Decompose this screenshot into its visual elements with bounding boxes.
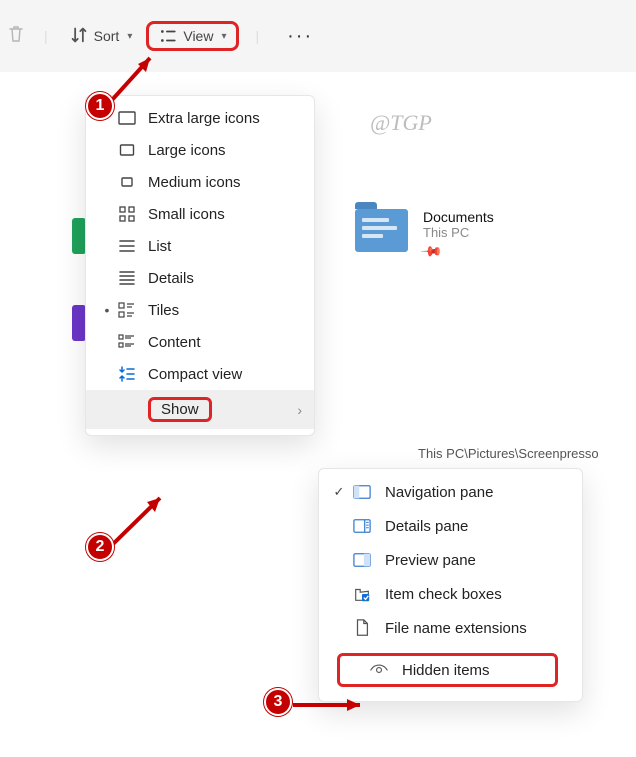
menu-item-list[interactable]: List xyxy=(86,230,314,262)
submenu-item-details-pane[interactable]: Details pane xyxy=(319,509,582,543)
small-icon xyxy=(116,205,138,223)
content-icon xyxy=(116,333,138,351)
folder-chip xyxy=(72,218,86,254)
sort-label: Sort xyxy=(94,28,120,44)
watermark: @TGP xyxy=(370,110,432,136)
menu-label: Small icons xyxy=(148,206,225,223)
compact-icon xyxy=(116,365,138,383)
menu-item-small-icons[interactable]: Small icons xyxy=(86,198,314,230)
menu-label: Compact view xyxy=(148,366,242,383)
documents-subtitle: This PC xyxy=(423,225,494,240)
submenu-item-file-extensions[interactable]: File name extensions xyxy=(319,611,582,645)
path-text: This PC\Pictures\Screenpresso xyxy=(418,446,599,461)
annotation-badge-2: 2 xyxy=(86,533,114,561)
sort-icon xyxy=(70,26,88,47)
submenu-item-preview-pane[interactable]: Preview pane xyxy=(319,543,582,577)
documents-title: Documents xyxy=(423,209,494,225)
annotation-badge-3: 3 xyxy=(264,688,292,716)
large-icon xyxy=(116,141,138,159)
menu-item-compact-view[interactable]: Compact view xyxy=(86,358,314,390)
view-button[interactable]: View ▾ xyxy=(146,21,239,51)
navigation-pane-icon xyxy=(349,483,375,501)
view-icon xyxy=(159,27,177,45)
menu-item-large-icons[interactable]: Large icons xyxy=(86,134,314,166)
check-boxes-icon xyxy=(349,585,375,603)
sort-button[interactable]: Sort ▾ xyxy=(60,20,143,53)
view-label: View xyxy=(183,28,213,44)
file-icon xyxy=(349,619,375,637)
submenu-label: Preview pane xyxy=(385,552,476,569)
menu-label: Tiles xyxy=(148,302,179,319)
details-icon xyxy=(116,269,138,287)
menu-label: Large icons xyxy=(148,142,226,159)
menu-label: Details xyxy=(148,270,194,287)
extra-large-icon xyxy=(116,109,138,127)
more-button[interactable]: ··· xyxy=(275,25,325,48)
check-icon: ✓ xyxy=(329,484,349,500)
chevron-down-icon: ▾ xyxy=(221,31,226,42)
annotation-badge-1: 1 xyxy=(86,92,114,120)
menu-item-medium-icons[interactable]: Medium icons xyxy=(86,166,314,198)
bullet-icon: • xyxy=(100,302,114,318)
view-menu: Extra large icons Large icons Medium ico… xyxy=(85,95,315,436)
submenu-label: Navigation pane xyxy=(385,484,493,501)
eye-icon xyxy=(366,661,392,679)
submenu-label: Item check boxes xyxy=(385,586,502,603)
folder-chip xyxy=(72,305,86,341)
menu-label: Extra large icons xyxy=(148,110,260,127)
submenu-label: File name extensions xyxy=(385,620,527,637)
delete-icon[interactable] xyxy=(4,25,32,48)
preview-pane-icon xyxy=(349,551,375,569)
show-submenu: ✓ Navigation pane Details pane Preview p… xyxy=(318,468,583,702)
submenu-label: Details pane xyxy=(385,518,468,535)
menu-item-details[interactable]: Details xyxy=(86,262,314,294)
submenu-label: Hidden items xyxy=(402,662,490,679)
tiles-icon xyxy=(116,301,138,319)
documents-text: Documents This PC 📌 xyxy=(423,209,494,260)
annotation-arrow-3 xyxy=(285,695,375,715)
documents-tile[interactable]: Documents This PC 📌 xyxy=(355,209,494,260)
pin-icon: 📌 xyxy=(420,239,444,263)
menu-label: Content xyxy=(148,334,201,351)
list-icon xyxy=(116,237,138,255)
submenu-item-navigation-pane[interactable]: ✓ Navigation pane xyxy=(319,475,582,509)
submenu-item-item-checkboxes[interactable]: Item check boxes xyxy=(319,577,582,611)
menu-item-extra-large-icons[interactable]: Extra large icons xyxy=(86,102,314,134)
menu-item-tiles[interactable]: • Tiles xyxy=(86,294,314,326)
menu-item-show[interactable]: Show › xyxy=(86,390,314,429)
details-pane-icon xyxy=(349,517,375,535)
menu-label: List xyxy=(148,238,171,255)
menu-item-content[interactable]: Content xyxy=(86,326,314,358)
documents-folder-icon xyxy=(355,209,408,252)
separator: | xyxy=(243,28,271,44)
submenu-item-hidden-items[interactable]: Hidden items xyxy=(327,645,574,695)
chevron-down-icon: ▾ xyxy=(127,31,132,42)
medium-icon xyxy=(116,173,138,191)
separator: | xyxy=(36,28,56,44)
menu-label: Show xyxy=(148,397,212,422)
chevron-right-icon: › xyxy=(297,402,302,418)
toolbar: | Sort ▾ View ▾ | ··· xyxy=(0,0,636,72)
menu-label: Medium icons xyxy=(148,174,241,191)
